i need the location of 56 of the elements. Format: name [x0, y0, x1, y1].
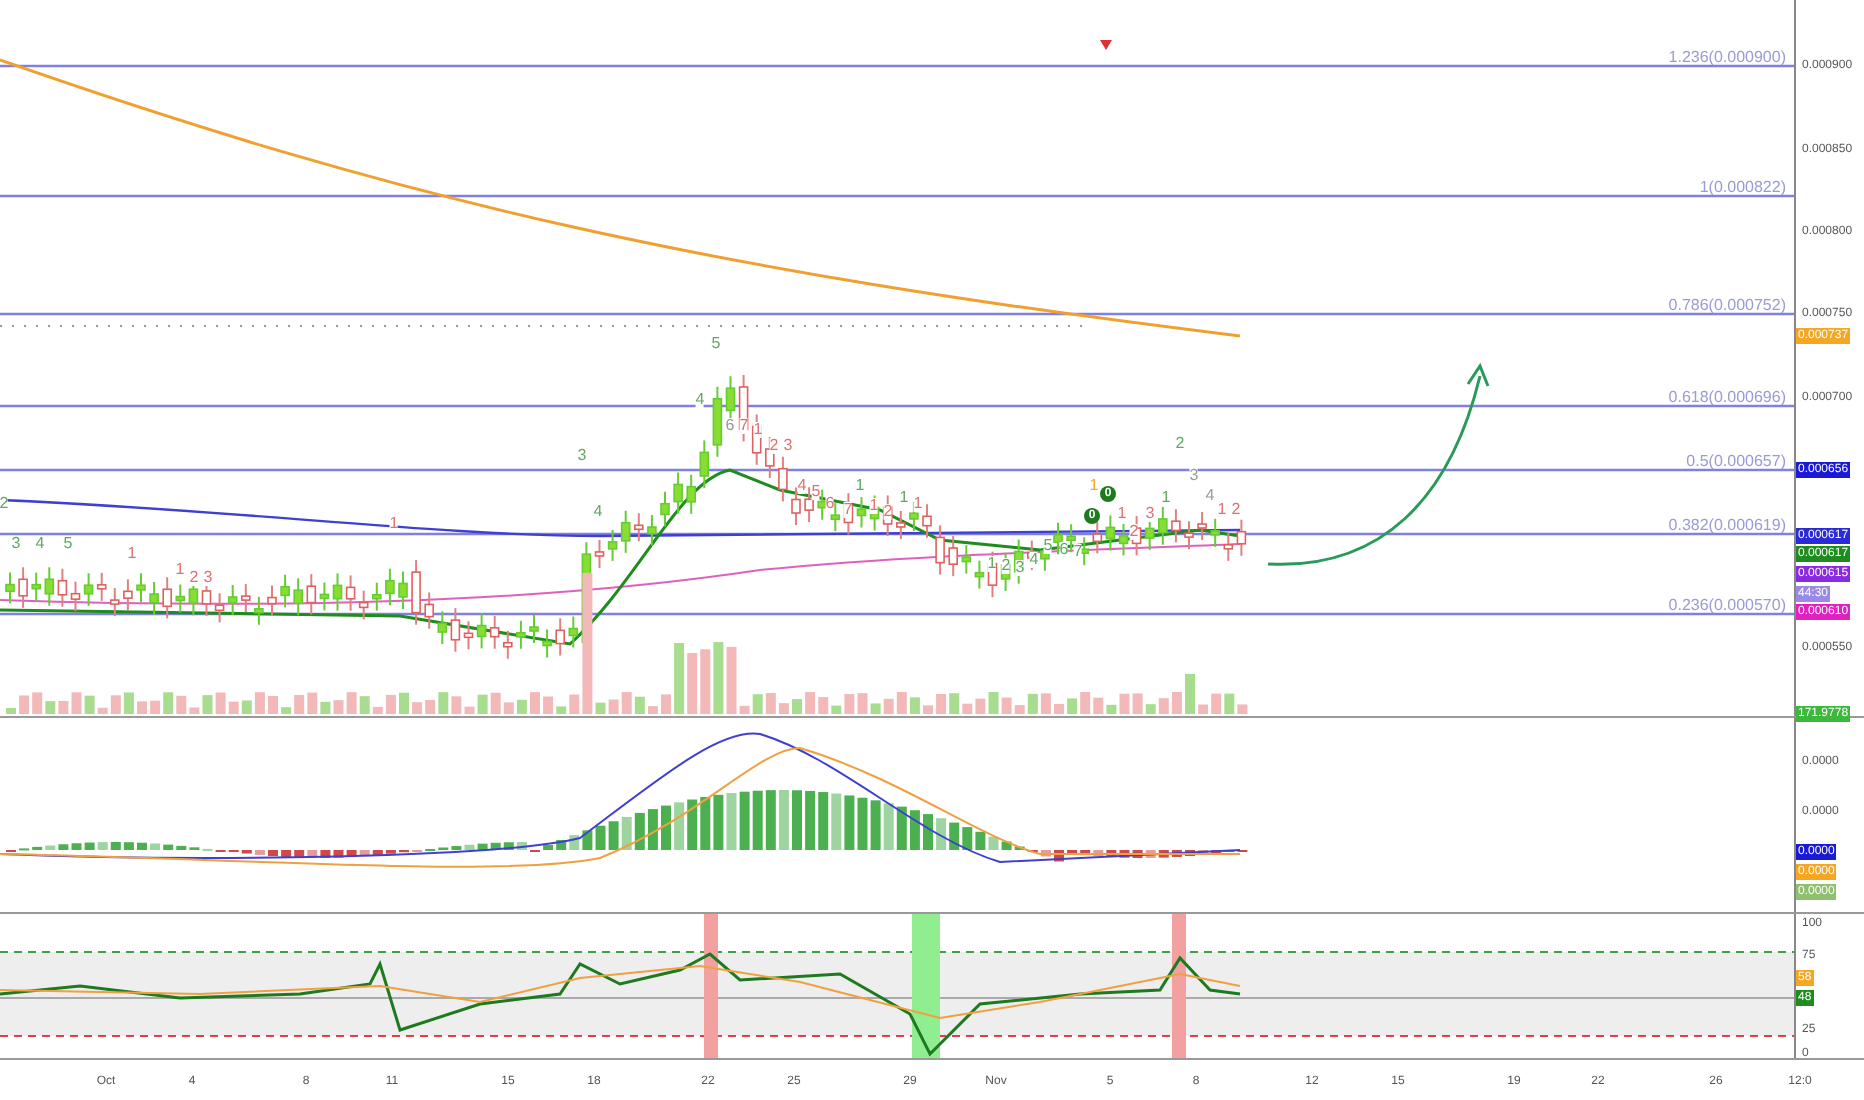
fibonacci-level-label: 0.382(0.000619) — [1668, 516, 1786, 534]
down-triangle-icon — [1100, 40, 1112, 50]
sequence-count: 5 — [711, 336, 721, 352]
sequence-count: 2 — [769, 438, 779, 454]
sequence-count: 6 — [1059, 542, 1069, 558]
sequence-count: 4 — [797, 478, 807, 494]
sequence-count: 3 — [11, 536, 21, 552]
sequence-count: 1 — [899, 490, 909, 506]
sequence-count: 2 — [1231, 502, 1241, 518]
sequence-count: 1 — [855, 478, 865, 494]
sequence-count: 1 — [913, 496, 923, 512]
sequence-count: 1 — [987, 556, 997, 572]
sequence-count: 3 — [783, 438, 793, 454]
sequence-count: 1 — [127, 546, 137, 562]
fibonacci-level-label: 0.786(0.000752) — [1668, 296, 1786, 314]
sequence-count: 7 — [1073, 544, 1083, 560]
sequence-count: 3 — [203, 570, 213, 586]
sequence-count: 1 — [869, 498, 879, 514]
fibonacci-level-label: 0.618(0.000696) — [1668, 388, 1786, 406]
sequence-count: 2 — [1001, 558, 1011, 574]
sequence-count: 5 — [811, 484, 821, 500]
highlight-band — [704, 914, 718, 1058]
fibonacci-level-label: 0.236(0.000570) — [1668, 596, 1786, 614]
sequence-count: 6 — [725, 418, 735, 434]
sequence-count: 2 — [0, 496, 9, 512]
sequence-count: 4 — [593, 504, 603, 520]
fibonacci-level-label: 0.5(0.000657) — [1686, 452, 1786, 470]
sequence-count: 1 — [1117, 506, 1127, 522]
sequence-count: 3 — [1189, 468, 1199, 484]
sequence-count: 1 — [1161, 490, 1171, 506]
sequence-count: 1 — [1217, 502, 1227, 518]
sequence-count: 2 — [189, 570, 199, 586]
sequence-count: 5 — [1043, 538, 1053, 554]
sequence-count: 4 — [1205, 488, 1215, 504]
sequence-count: 2 — [1175, 436, 1185, 452]
fibonacci-level-label: 1(0.000822) — [1699, 178, 1786, 196]
sequence-count: 3 — [1015, 560, 1025, 576]
sequence-count: 2 — [1129, 524, 1139, 540]
sequence-count: 4 — [695, 392, 705, 408]
sequence-count: 4 — [1029, 552, 1039, 568]
sequence-count: 4 — [35, 536, 45, 552]
fibonacci-level-label: 1.236(0.000900) — [1668, 48, 1786, 66]
sequence-count: 1 — [1089, 478, 1099, 494]
sequence-count: 2 — [883, 504, 893, 520]
highlight-band — [1172, 914, 1186, 1058]
sequence-count: 3 — [1145, 506, 1155, 522]
sequence-count: 3 — [577, 448, 587, 464]
sequence-count: 5 — [63, 536, 73, 552]
sequence-count: 1 — [753, 422, 763, 438]
sequence-count: 1 — [389, 516, 399, 532]
sequence-count: 6 — [825, 496, 835, 512]
sequence-count: 1 — [175, 562, 185, 578]
sequence-count: 7 — [739, 418, 749, 434]
highlight-band — [912, 914, 940, 1058]
curved-arrow-icon — [1266, 364, 1490, 566]
sequence-count: 7 — [843, 502, 853, 518]
